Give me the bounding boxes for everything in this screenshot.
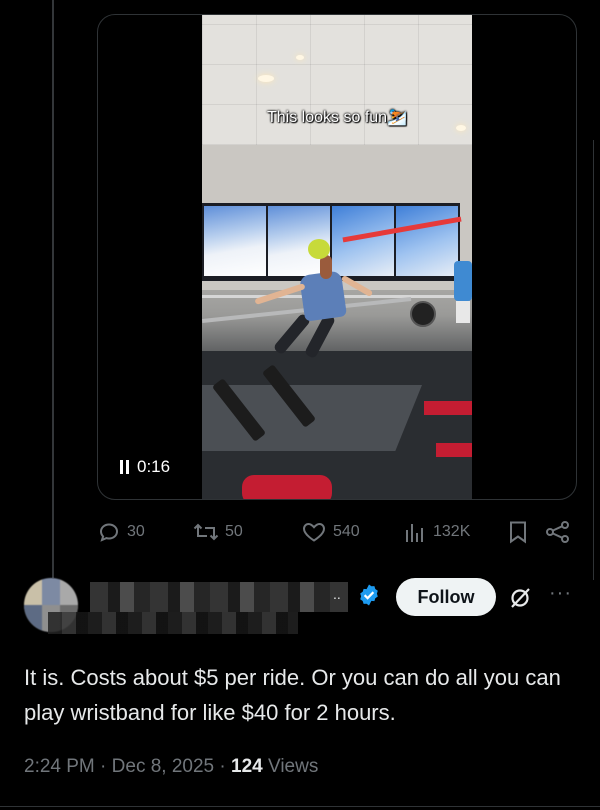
author-name-redacted[interactable] <box>90 582 348 612</box>
grok-icon[interactable] <box>508 586 532 610</box>
video-scene-screen-panel <box>396 206 458 276</box>
verified-badge-icon[interactable] <box>357 583 381 607</box>
repost-button[interactable]: 50 <box>193 518 243 546</box>
more-options-icon[interactable]: ··· <box>549 583 572 603</box>
views-button[interactable]: 132K <box>403 518 470 546</box>
video-scene-person <box>454 261 472 301</box>
video-scene-fan <box>410 301 436 327</box>
video-scene-skier-helmet <box>308 239 330 259</box>
video-scene-light <box>296 55 304 60</box>
video-caption: This looks so fun⛷️ <box>202 107 472 127</box>
video-scene-step <box>424 401 472 415</box>
thread-connector-line <box>52 0 54 578</box>
meta-separator: · <box>100 756 107 777</box>
heart-icon <box>302 522 326 542</box>
reply-date[interactable]: Dec 8, 2025 <box>112 756 214 777</box>
reply-count: 30 <box>127 523 145 540</box>
reply-time[interactable]: 2:24 PM <box>24 756 95 777</box>
video-timestamp: 0:16 <box>137 457 171 476</box>
post-detail-page: This looks so fun⛷️ 0:16 30 50 540 132K … <box>0 0 600 810</box>
like-button[interactable]: 540 <box>301 518 360 546</box>
share-icon <box>546 521 569 543</box>
post-action-bar: 30 50 540 132K <box>97 518 575 546</box>
repost-icon <box>193 523 219 541</box>
author-name-suffix: .. <box>333 586 341 602</box>
video-playback-control[interactable]: 0:16 <box>120 457 170 477</box>
video-caption-text: This looks so fun <box>267 109 388 126</box>
repost-count: 50 <box>225 523 243 540</box>
view-count: 132K <box>433 523 471 540</box>
bookmark-icon <box>510 521 526 544</box>
follow-button[interactable]: Follow <box>396 578 496 616</box>
bookmark-button[interactable] <box>507 518 529 546</box>
analytics-icon <box>406 524 423 542</box>
like-count: 540 <box>333 523 360 540</box>
video-player[interactable]: This looks so fun⛷️ 0:16 <box>97 14 577 500</box>
reply-text: It is. Costs about $5 per ride. Or you c… <box>24 665 561 725</box>
reply-views-label: Views <box>268 756 319 777</box>
skier-emoji-icon: ⛷️ <box>387 109 407 126</box>
video-frame[interactable]: This looks so fun⛷️ <box>202 15 472 499</box>
video-scene-step <box>436 443 472 457</box>
share-button[interactable] <box>545 518 571 546</box>
video-scene-screen-panel <box>204 206 266 276</box>
bottom-divider <box>0 806 600 807</box>
reply-metadata: 2:24 PM · Dec 8, 2025 · 124 Views <box>24 756 318 778</box>
reply-icon <box>99 523 119 542</box>
video-scene-floor-mat <box>242 475 332 499</box>
right-divider <box>593 140 594 580</box>
reply-views-count: 124 <box>231 756 263 777</box>
pause-icon[interactable] <box>120 460 129 474</box>
video-scene-light <box>258 75 274 82</box>
author-handle-redacted <box>48 612 298 634</box>
meta-separator: · <box>219 756 226 777</box>
reply-button[interactable]: 30 <box>97 518 145 546</box>
video-scene-person-legs <box>456 301 470 323</box>
video-scene-screen-panel <box>332 206 394 276</box>
